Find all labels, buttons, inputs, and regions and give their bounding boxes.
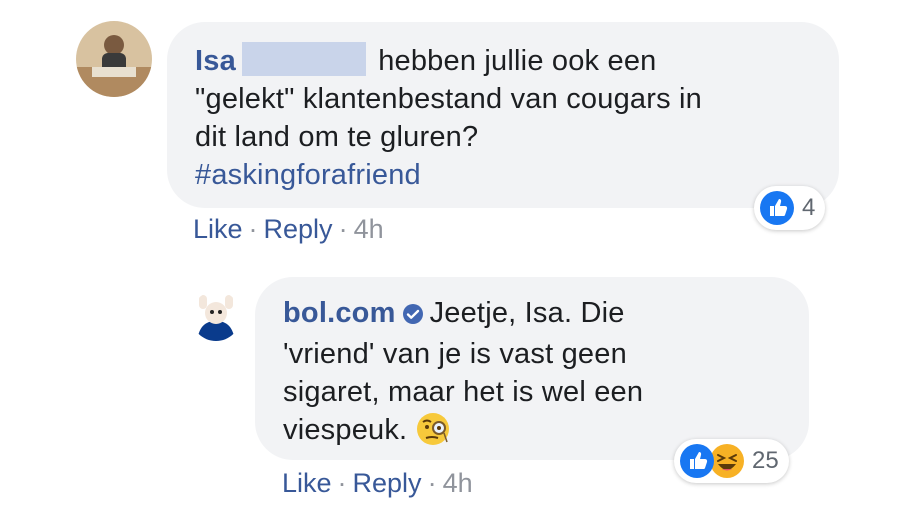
timestamp[interactable]: 4h	[354, 214, 384, 244]
like-button[interactable]: Like	[282, 468, 332, 498]
separator: ·	[338, 214, 348, 244]
reaction-count: 25	[752, 447, 779, 474]
comment-line: Isa hebben jullie ook een	[195, 42, 835, 80]
comment-text: hebben jullie ook een	[378, 45, 657, 77]
verified-badge-icon	[402, 297, 424, 335]
separator: ·	[248, 214, 258, 244]
reaction-count: 4	[802, 194, 816, 221]
comment-text: dit land om te gluren?	[195, 121, 479, 153]
comment-text: "gelekt" klantenbestand van cougars in	[195, 83, 703, 115]
comment-bubble-bol: bol.com Jeetje, Isa. Die 'vriend' van je …	[255, 277, 809, 460]
like-icon	[680, 444, 714, 478]
timestamp[interactable]: 4h	[443, 468, 473, 498]
reply-button[interactable]: Reply	[353, 468, 422, 498]
comment-text: sigaret, maar het is wel een	[283, 376, 644, 408]
comment-author[interactable]: Isa	[195, 45, 236, 77]
haha-icon	[710, 444, 744, 478]
avatar-bol[interactable]	[191, 291, 241, 341]
like-icon	[760, 191, 794, 225]
avatar-isa[interactable]	[76, 21, 152, 97]
hashtag-link[interactable]: #askingforafriend	[195, 156, 835, 194]
comment-line: bol.com Jeetje, Isa. Die	[283, 294, 803, 335]
comment-text: Jeetje, Isa. Die	[429, 297, 625, 329]
comment-actions: Like · Reply · 4h	[282, 468, 473, 499]
separator: ·	[427, 468, 437, 498]
redacted-name	[241, 42, 366, 76]
separator: ·	[337, 468, 347, 498]
comment-text: 'vriend' van je is vast geen	[283, 338, 627, 370]
face-with-monocle-icon	[415, 411, 451, 457]
comment-actions: Like · Reply · 4h	[193, 214, 384, 245]
reaction-summary[interactable]: 4	[754, 186, 826, 230]
comment-bubble-isa: Isa hebben jullie ook een "gelekt" klant…	[167, 22, 839, 208]
comment-text: viespeuk.	[283, 414, 408, 446]
reply-button[interactable]: Reply	[264, 214, 333, 244]
comment-author[interactable]: bol.com	[283, 297, 396, 329]
reaction-summary[interactable]: 25	[674, 439, 789, 483]
like-button[interactable]: Like	[193, 214, 243, 244]
